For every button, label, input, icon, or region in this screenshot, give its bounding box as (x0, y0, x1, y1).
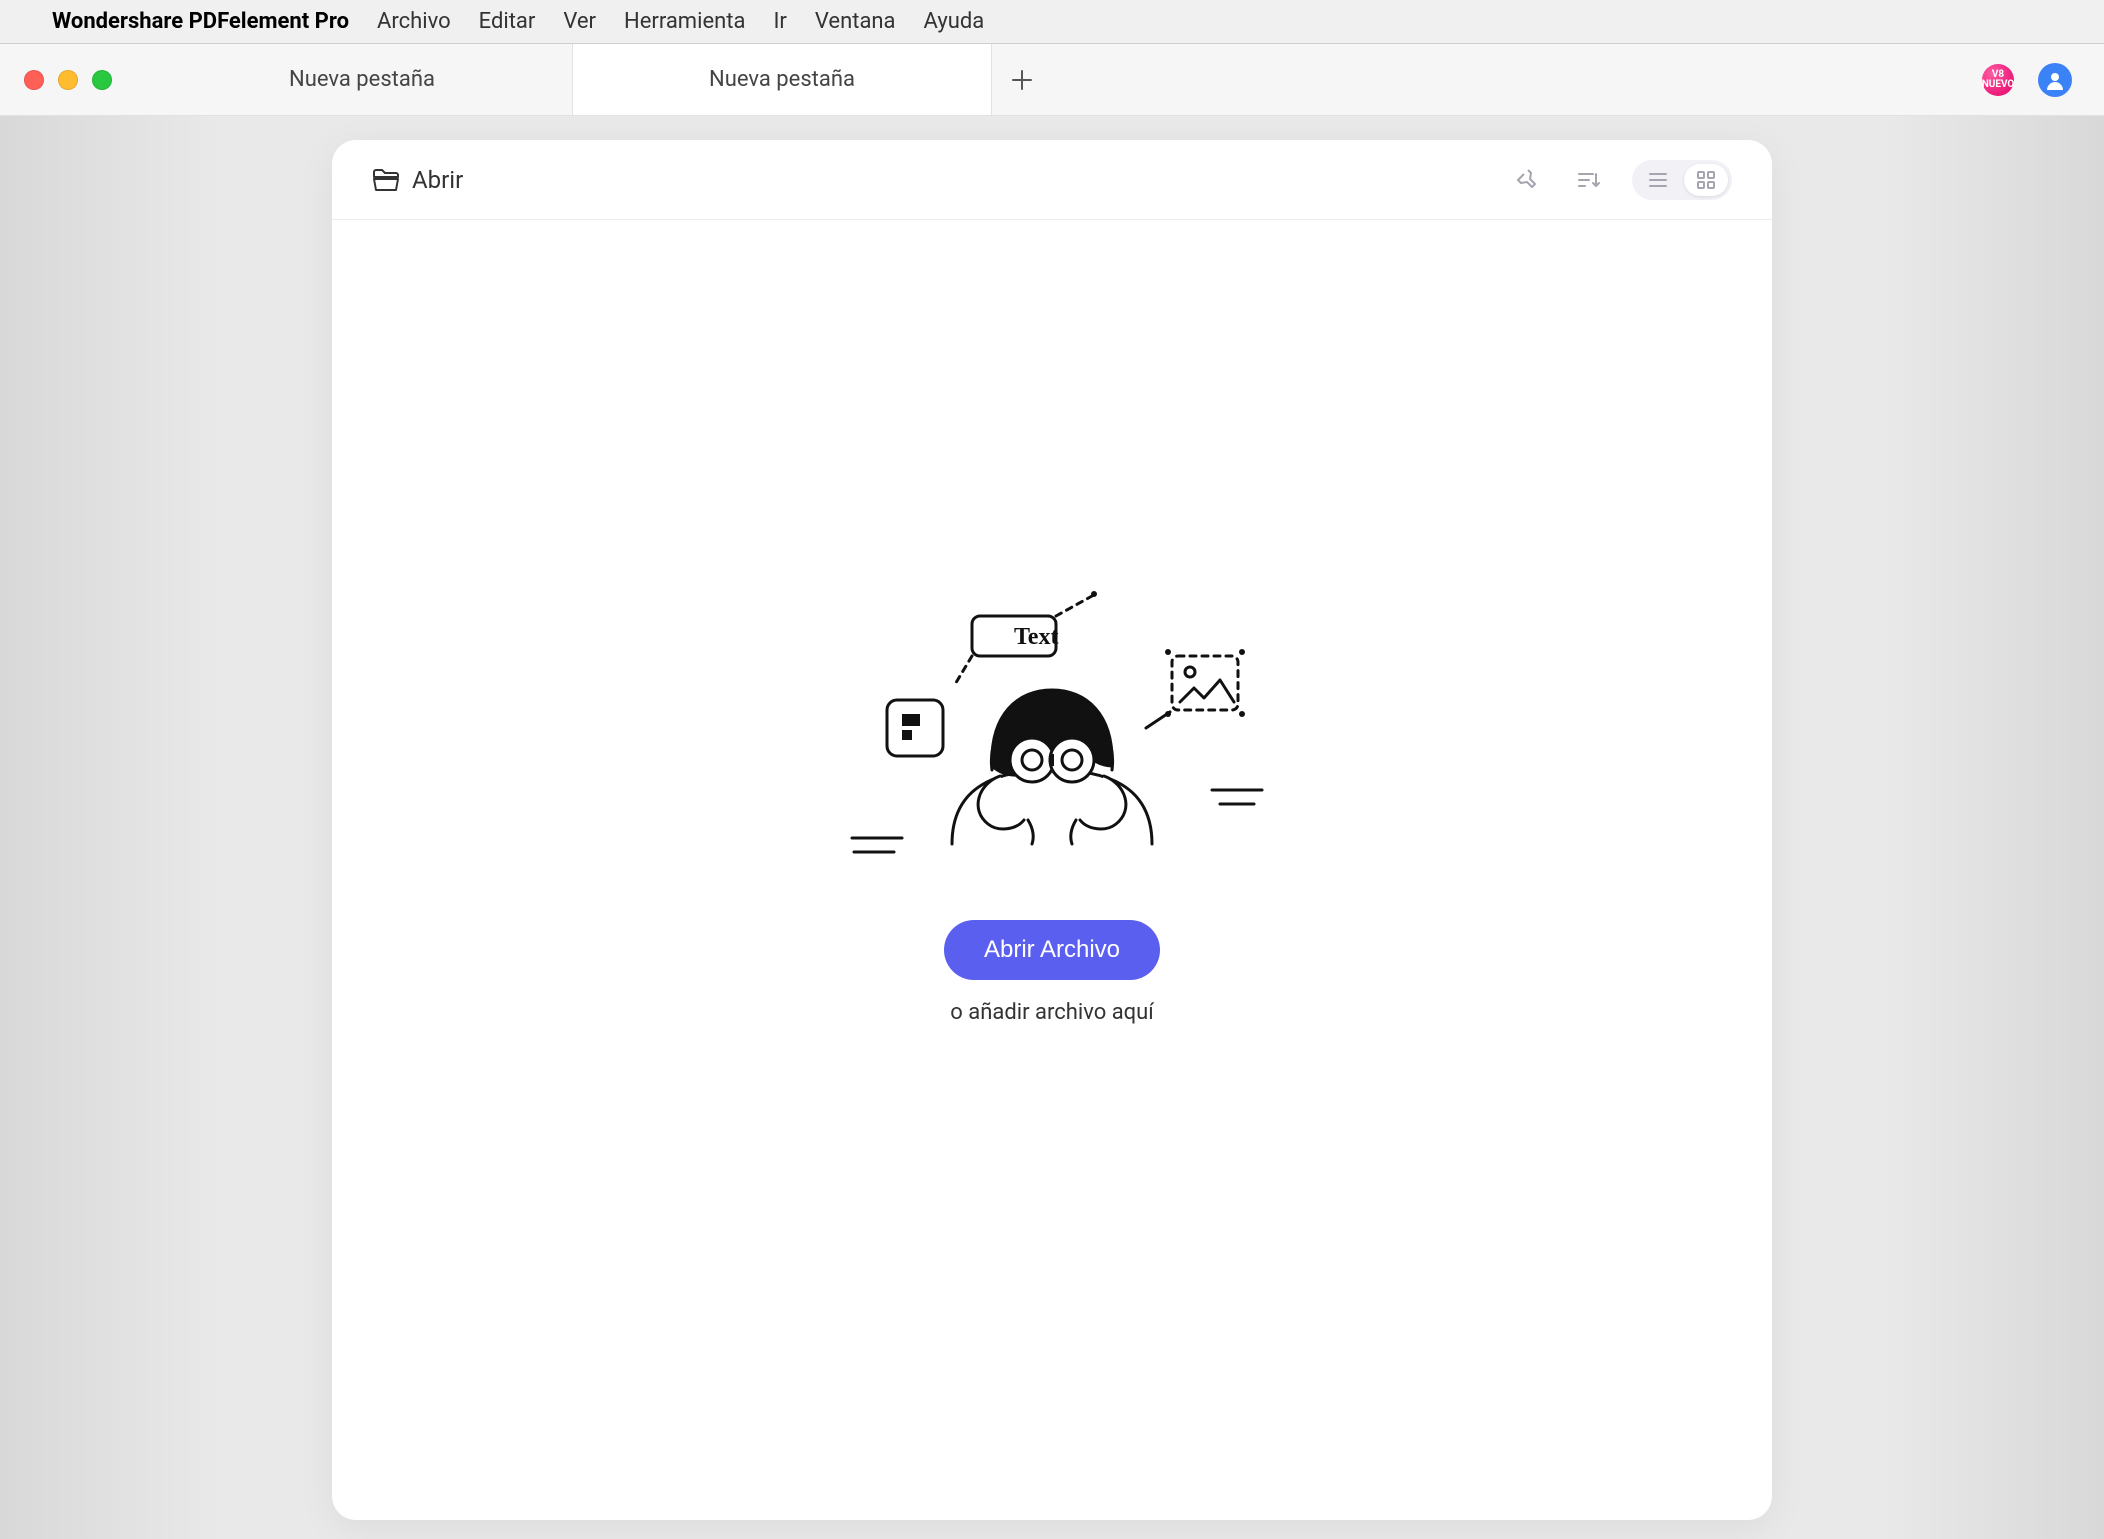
app-name[interactable]: Wondershare PDFelement Pro (52, 9, 349, 34)
tab-label: Nueva pestaña (289, 67, 435, 92)
sort-icon (1576, 168, 1600, 192)
folder-open-icon (372, 168, 400, 192)
panel-header-right (1512, 160, 1732, 200)
open-file-link[interactable]: Abrir (372, 166, 463, 194)
open-file-button[interactable]: Abrir Archivo (944, 920, 1160, 980)
pin-icon (1516, 168, 1540, 192)
sort-button[interactable] (1572, 164, 1604, 196)
tab-item[interactable]: Nueva pestaña (152, 44, 572, 115)
empty-state-illustration: Text (832, 580, 1272, 880)
tab-label: Nueva pestaña (709, 67, 855, 92)
menu-ver[interactable]: Ver (563, 9, 596, 34)
open-file-label: Abrir (412, 166, 463, 194)
view-toggle (1632, 160, 1732, 200)
traffic-lights (24, 70, 112, 90)
window-chrome-right: V8 NUEVO (1982, 63, 2080, 97)
user-icon (2045, 70, 2065, 90)
pin-button[interactable] (1512, 164, 1544, 196)
tab-item[interactable]: Nueva pestaña (572, 44, 992, 115)
zoom-window-button[interactable] (92, 70, 112, 90)
tab-bar: Nueva pestaña Nueva pestaña (152, 44, 1052, 115)
drop-hint-text: o añadir archivo aquí (950, 1000, 1154, 1025)
macos-menubar: Wondershare PDFelement Pro Archivo Edita… (0, 0, 2104, 44)
menu-herramienta[interactable]: Herramienta (624, 9, 745, 34)
new-tab-button[interactable] (992, 44, 1052, 115)
binoculars-illustration-icon: Text (832, 580, 1272, 880)
version-badge[interactable]: V8 NUEVO (1982, 64, 2014, 96)
grid-view-icon (1696, 170, 1716, 190)
close-window-button[interactable] (24, 70, 44, 90)
user-account-button[interactable] (2038, 63, 2072, 97)
minimize-window-button[interactable] (58, 70, 78, 90)
workspace: Abrir (0, 116, 2104, 1539)
menu-ventana[interactable]: Ventana (815, 9, 896, 34)
illustration-text-label: Text (1014, 624, 1058, 650)
menu-archivo[interactable]: Archivo (377, 9, 451, 34)
menu-ir[interactable]: Ir (773, 9, 786, 34)
list-view-icon (1648, 170, 1668, 190)
window-chrome: Nueva pestaña Nueva pestaña V8 NUEVO (0, 44, 2104, 116)
empty-state[interactable]: Text Abrir Archivo o añadir archivo aquí (332, 220, 1772, 1520)
panel-header: Abrir (332, 140, 1772, 220)
open-file-button-label: Abrir Archivo (984, 936, 1120, 963)
version-badge-label: V8 NUEVO (1982, 70, 2015, 90)
main-panel: Abrir (332, 140, 1772, 1520)
list-view-button[interactable] (1636, 164, 1680, 196)
menu-editar[interactable]: Editar (479, 9, 536, 34)
plus-icon (1011, 69, 1033, 91)
grid-view-button[interactable] (1684, 164, 1728, 196)
menu-ayuda[interactable]: Ayuda (924, 9, 985, 34)
